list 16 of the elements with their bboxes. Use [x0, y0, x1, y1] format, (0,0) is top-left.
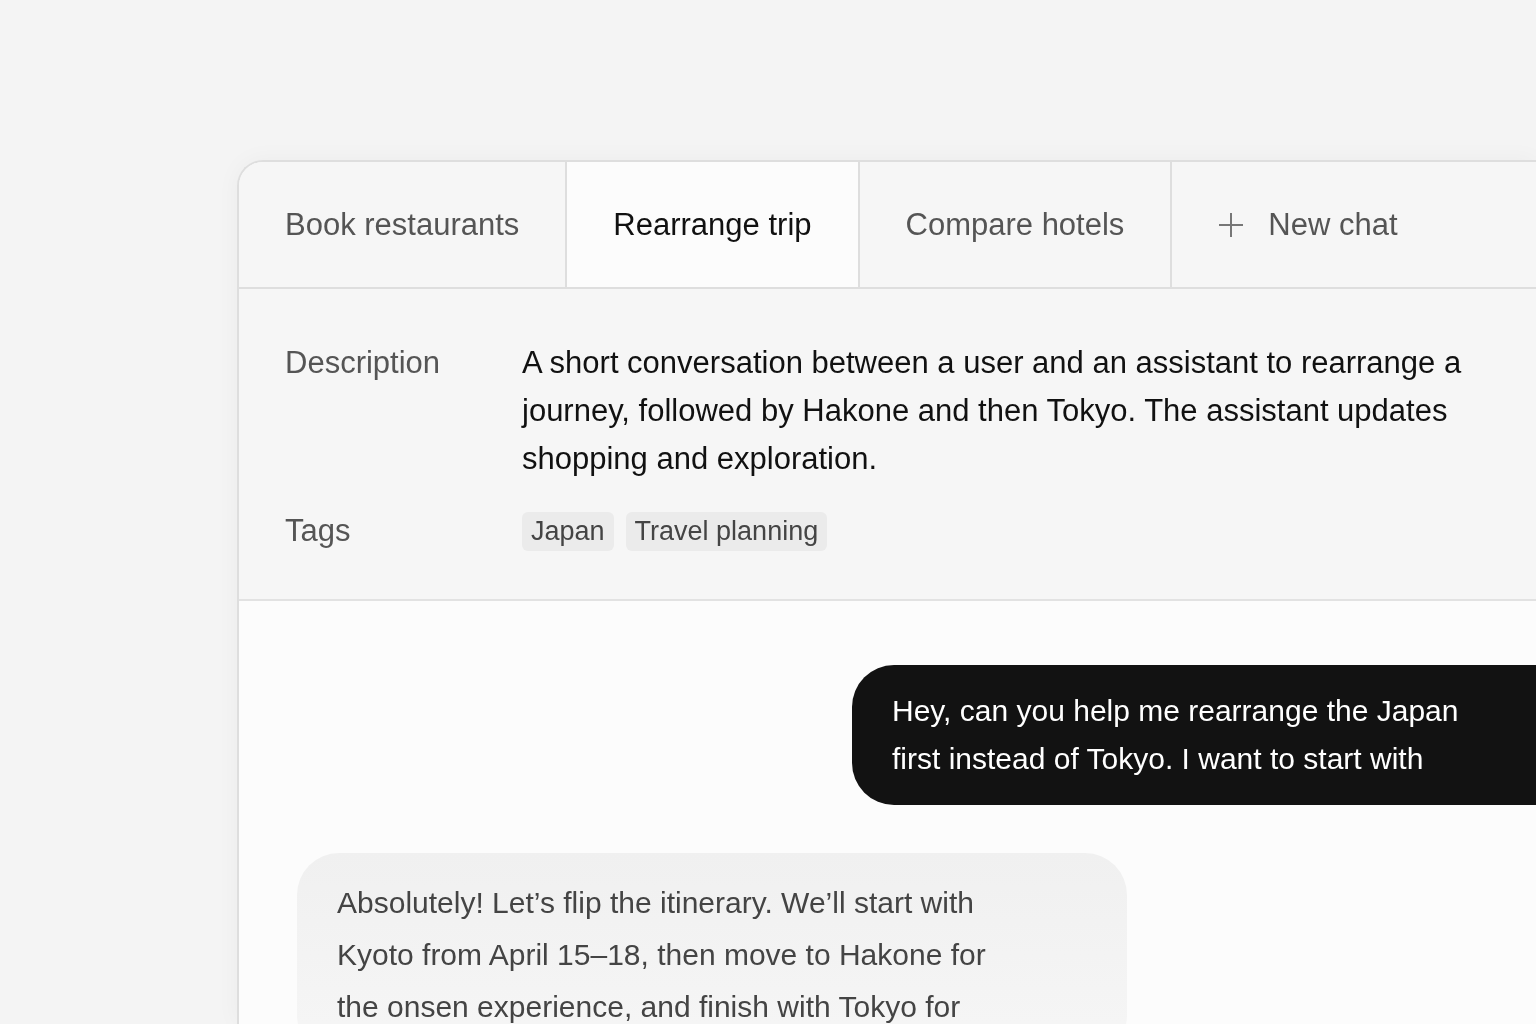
description-text: shopping and exploration.: [522, 440, 879, 478]
field-label: Description: [285, 344, 442, 382]
new-chat-tab[interactable]: New chat: [1172, 162, 1536, 287]
tag-chip[interactable]: Travel planning: [625, 511, 828, 551]
message-text: Hey, can you help me rearrange the Japan: [892, 693, 1460, 729]
plus-icon: [1218, 211, 1245, 238]
message-text: Kyoto from April 15–18, then move to Hakone for: [337, 937, 987, 973]
tab[interactable]: Rearrange trip: [567, 162, 860, 287]
message-text: the onsen experience, and finish with Tokyo for: [337, 989, 962, 1024]
field-label: Tags: [285, 512, 352, 550]
description-text: journey, followed by Hakone and then Tokyo. The assistant updates: [522, 392, 1449, 430]
tag-chip[interactable]: Japan: [522, 511, 614, 551]
tab[interactable]: Compare hotels: [859, 162, 1173, 287]
description-text: A short conversation between a user and an assistant to rearrange a: [522, 344, 1463, 382]
message-text: Absolutely! Let’s flip the itinerary. We’ll start with: [337, 885, 975, 921]
message-text: first instead of Tokyo. I want to start with: [892, 741, 1425, 777]
